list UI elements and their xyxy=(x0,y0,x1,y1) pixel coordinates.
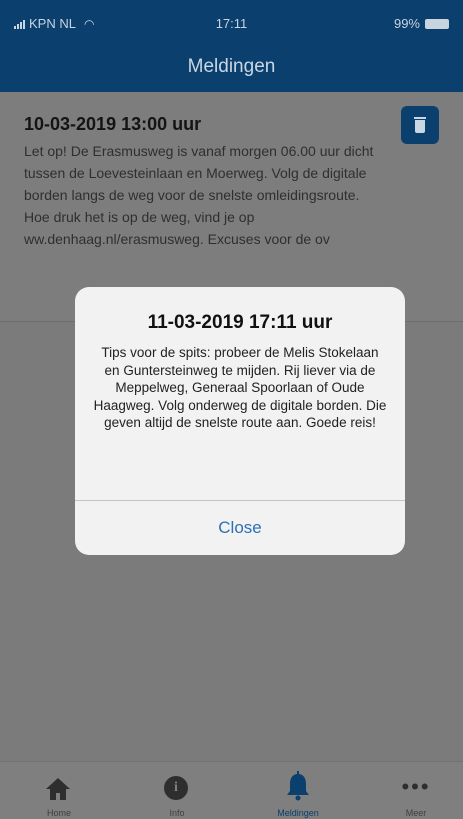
tab-meldingen[interactable]: Meldingen xyxy=(253,762,343,819)
delete-button[interactable] xyxy=(401,106,439,144)
tab-label: Info xyxy=(169,808,185,818)
status-bar: KPN NL ◠ 17:11 99% xyxy=(0,0,463,44)
message-body: Let op! De Erasmusweg is vanaf morgen 06… xyxy=(24,143,374,247)
tab-meer[interactable]: ••• Meer xyxy=(371,762,461,819)
bell-icon xyxy=(287,771,309,801)
close-button[interactable]: Close xyxy=(75,501,405,555)
battery-status: 99% xyxy=(394,16,449,31)
tab-label: Meldingen xyxy=(277,808,319,818)
tab-bar: Home i Info Meldingen ••• Meer xyxy=(0,761,463,819)
more-icon: ••• xyxy=(401,774,431,799)
alert-title: 11-03-2019 17:11 uur xyxy=(147,312,333,333)
battery-icon xyxy=(425,18,449,29)
tab-label: Home xyxy=(46,808,71,818)
tab-label: Meer xyxy=(405,808,427,818)
tab-home[interactable]: Home xyxy=(14,762,104,819)
alert-dialog: 11-03-2019 17:11 uur Tips voor de spits:… xyxy=(75,287,405,555)
alert-message: Tips voor de spits: probeer de Melis Sto… xyxy=(93,345,387,430)
info-icon: i xyxy=(164,776,188,800)
page-title: Meldingen xyxy=(187,56,276,77)
app-header: KPN NL ◠ 17:11 99% Meldingen xyxy=(0,0,463,92)
message-date: 10-03-2019 13:00 uur xyxy=(24,114,202,134)
tab-info[interactable]: i Info xyxy=(132,762,222,819)
battery-percentage: 99% xyxy=(393,16,420,31)
